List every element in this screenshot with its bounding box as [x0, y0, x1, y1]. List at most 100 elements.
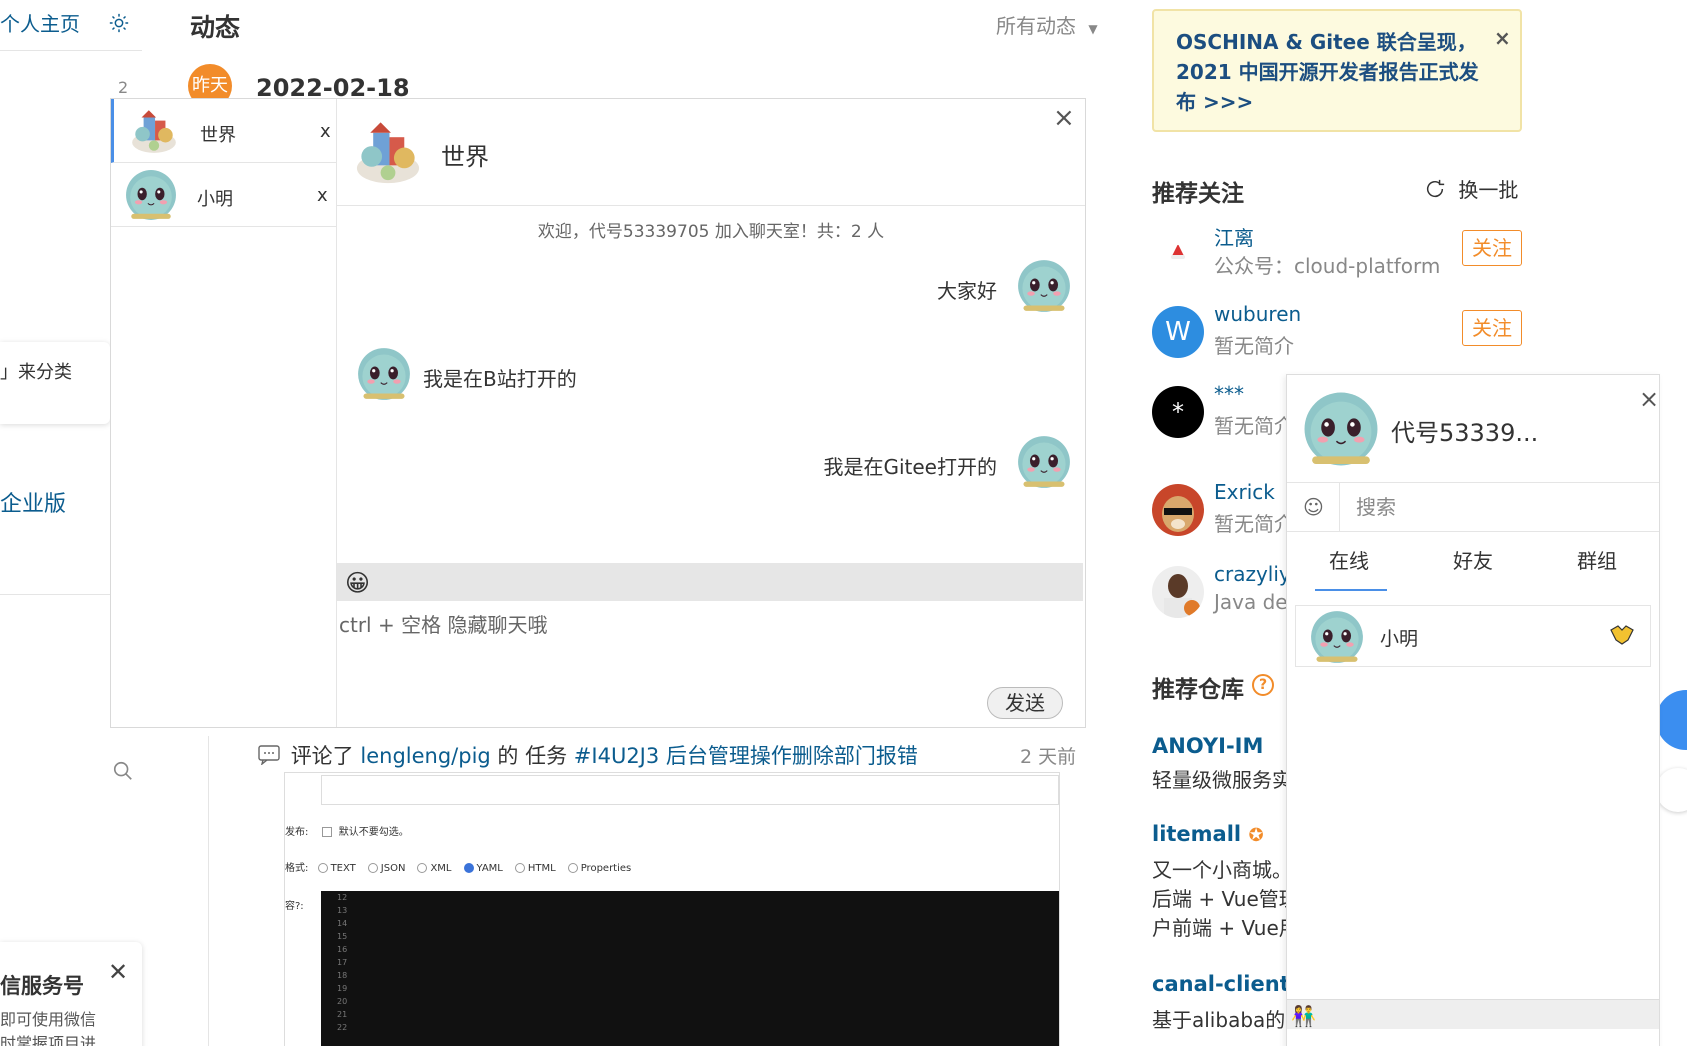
line-number: 20 — [337, 997, 348, 1006]
user-desc: 暂无简介 — [1214, 334, 1294, 358]
side-card-text: 」来分类 — [0, 362, 72, 383]
repo-desc: 户前端 + Vue用 — [1152, 916, 1299, 940]
avatar — [1152, 566, 1204, 618]
user-name[interactable]: 江离 — [1214, 222, 1254, 251]
search-input[interactable]: 搜索 — [1339, 483, 1659, 531]
activity-verb: 评论了 — [290, 744, 354, 768]
chat-window: 世界 x 小明 x 世界 欢迎，代号53339705 加入聊天室！共：2 人 大… — [110, 98, 1306, 728]
repo-link[interactable]: canal-client — [1152, 972, 1290, 996]
panel-footer: 👫 — [1287, 999, 1659, 1029]
handshake-icon — [1610, 625, 1634, 645]
close-icon[interactable]: × — [1639, 385, 1659, 413]
close-icon[interactable]: × — [1494, 26, 1511, 50]
side-card: 」来分类 — [0, 342, 110, 424]
user-name[interactable]: Exrick — [1214, 480, 1275, 504]
avatar — [1310, 610, 1364, 664]
chat-session-world[interactable]: 世界 x — [111, 99, 336, 163]
chat-title: 世界 — [441, 143, 489, 171]
world-avatar — [356, 122, 420, 184]
task-link[interactable]: #I4U2J3 后台管理操作删除部门报错 — [574, 744, 918, 768]
line-number: 12 — [337, 893, 348, 902]
chat-message: 我是在B站打开的 — [423, 367, 577, 391]
repo-desc: 基于alibaba的 — [1152, 1008, 1286, 1032]
chat-message: 我是在Gitee打开的 — [823, 455, 997, 479]
emoji-icon[interactable]: 😀 — [345, 569, 370, 597]
follow-button[interactable]: 关注 — [1462, 230, 1522, 266]
recommended-user[interactable]: W wuburen 暂无简介 关注 — [1152, 302, 1532, 362]
user-name[interactable]: *** — [1214, 382, 1244, 406]
avatar — [1017, 259, 1071, 313]
activity-filter-dropdown[interactable]: 所有动态 ▼ — [996, 10, 1098, 39]
line-number: 16 — [337, 945, 348, 954]
tab-groups[interactable]: 群组 — [1577, 545, 1617, 574]
repo-link[interactable]: ANOYI-IM — [1152, 734, 1263, 758]
line-number: 17 — [337, 958, 348, 967]
home-link[interactable]: 个人主页 — [0, 8, 130, 39]
comment-icon — [258, 744, 280, 770]
follow-button[interactable]: 关注 — [1462, 310, 1522, 346]
activity-time: 2 天前 — [1020, 746, 1077, 768]
friend-item[interactable]: 小明 — [1295, 605, 1651, 667]
repo-desc: 又一个小商城。 — [1152, 858, 1292, 882]
attached-screenshot[interactable]: 发布: 默认不要勾选。 格式: TEXT JSON XML YAML HTML Prope… — [284, 772, 1060, 1046]
timeline-line — [208, 736, 209, 1046]
chat-main: 世界 欢迎，代号53339705 加入聊天室！共：2 人 大家好 我是在B站打开… — [337, 99, 1306, 727]
send-button[interactable]: 发送 — [987, 687, 1063, 719]
award-icon: ✪ — [1248, 825, 1264, 846]
tab-friends[interactable]: 好友 — [1453, 545, 1493, 574]
avatar: W — [1152, 306, 1204, 358]
close-icon[interactable]: ✕ — [108, 958, 128, 986]
repo-link[interactable]: litemall ✪ — [1152, 822, 1264, 846]
refresh-button[interactable]: 换一批 — [1424, 174, 1518, 205]
user-desc: 暂无简介 — [1214, 512, 1294, 536]
activity-middle: 的 任务 — [497, 744, 568, 768]
user-name[interactable]: wuburen — [1214, 302, 1301, 326]
format-radio: XML — [417, 863, 452, 874]
help-icon[interactable]: ? — [1252, 674, 1274, 696]
divider — [0, 50, 142, 51]
contacts-panel: 代号53339... × ☺ 搜索 在线 好友 群组 小明 👫 — [1286, 374, 1660, 1046]
gear-icon[interactable] — [108, 12, 130, 39]
repo-link[interactable]: lengleng/pig — [360, 744, 490, 768]
line-number: 19 — [337, 984, 348, 993]
page-title: 动态 — [190, 13, 241, 42]
section-title: 推荐关注 — [1152, 181, 1244, 207]
line-number: 14 — [337, 919, 348, 928]
people-icon[interactable]: 👫 — [1291, 1004, 1316, 1028]
report-banner[interactable]: OSCHINA & Gitee 联合呈现，2021 中国开源开发者报告正式发布 … — [1152, 9, 1522, 132]
divider — [0, 594, 110, 595]
friend-name: 小明 — [1380, 628, 1419, 650]
format-radio: Properties — [567, 863, 631, 874]
format-radio: HTML — [514, 863, 556, 874]
screenshot-input — [321, 775, 1059, 805]
tab-online[interactable]: 在线 — [1329, 545, 1369, 574]
smile-icon[interactable]: ☺ — [1303, 495, 1324, 519]
screenshot-format-row: 格式: TEXT JSON XML YAML HTML Properties — [285, 863, 632, 874]
wechat-card-desc-1: 即可使用微信 — [0, 1010, 97, 1029]
search-bar: ☺ 搜索 — [1287, 482, 1659, 532]
chat-session-xiaoming[interactable]: 小明 x — [111, 163, 336, 227]
section-title: 推荐仓库 — [1152, 677, 1244, 703]
close-icon[interactable]: × — [1053, 103, 1075, 133]
line-number: 21 — [337, 1010, 348, 1019]
session-close-button[interactable]: x — [317, 185, 328, 206]
search-icon[interactable] — [112, 760, 134, 782]
message-input[interactable]: ctrl + 空格 隐藏聊天哦 — [339, 609, 547, 638]
edit-icon[interactable] — [1656, 768, 1687, 812]
recommended-user[interactable]: 江离 公众号：cloud-platform 关注 — [1152, 222, 1532, 282]
user-desc: 暂无简介 — [1214, 414, 1294, 438]
enterprise-link[interactable]: 企业版 — [0, 486, 66, 518]
repo-desc: 轻量级微服务实 — [1152, 768, 1292, 792]
contact-tabs: 在线 好友 群组 — [1287, 545, 1659, 595]
float-chat-button[interactable] — [1656, 690, 1687, 750]
session-close-button[interactable]: x — [320, 121, 331, 142]
banner-text: OSCHINA & Gitee 联合呈现，2021 中国开源开发者报告正式发布 … — [1176, 30, 1479, 114]
avatar: * — [1152, 386, 1204, 438]
chat-session-list: 世界 x 小明 x — [111, 99, 337, 727]
active-tab-indicator — [1315, 589, 1387, 591]
avatar — [357, 347, 411, 401]
avatar — [1152, 484, 1204, 536]
wechat-card-desc-2: 时掌握项目进 — [0, 1034, 97, 1046]
format-radio: JSON — [367, 863, 405, 874]
session-name: 世界 — [200, 125, 236, 146]
